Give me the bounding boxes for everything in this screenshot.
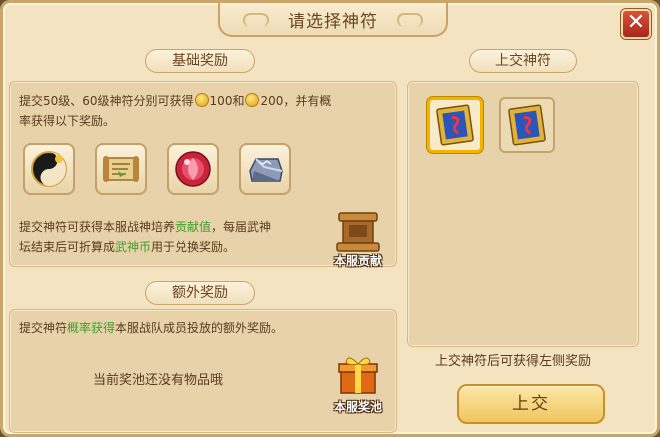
close-button[interactable]: ✕	[621, 9, 651, 39]
rune-slot-1[interactable]	[427, 97, 483, 153]
gift-box-icon	[338, 357, 378, 394]
red-orb-icon[interactable]	[167, 143, 219, 195]
title-ornament-right	[397, 13, 423, 27]
extra-text-tail: 本服战队成员投放的额外奖励。	[115, 321, 284, 335]
silver-ingot-icon[interactable]	[239, 143, 291, 195]
basic-reward-description: 提交50级、60级神符分别可获得 100和 200，并有概 率获得以下奖励。	[19, 91, 391, 131]
submit-rune-tab: 上交神符	[469, 49, 577, 73]
coin-amount-50: 200，并有概	[260, 94, 332, 108]
rune-slot-2[interactable]	[499, 97, 555, 153]
yin-yang-orb-icon[interactable]	[23, 143, 75, 195]
empty-pool-text: 当前奖池还没有物品哦	[93, 373, 224, 388]
contrib-text: 提交神符可获得本服战神培养	[19, 220, 176, 234]
title-ornament-left	[243, 13, 269, 27]
server-contribution-badge[interactable]: 本服贡献	[327, 207, 389, 269]
extra-text: 提交神符	[19, 321, 68, 335]
contribution-value-highlight: 贡献值	[175, 220, 212, 234]
war-god-coin-highlight: 武神币	[115, 240, 152, 254]
rune-card-icon	[508, 104, 546, 146]
contrib-text-tail: ，每届武神	[211, 220, 272, 234]
close-icon: ✕	[626, 10, 646, 35]
coin-amount-60: 100和	[209, 94, 245, 108]
extra-reward-description: 提交神符概率获得本服战队成员投放的额外奖励。	[19, 318, 389, 338]
gold-coin-icon	[245, 93, 260, 107]
contribution-description: 提交神符可获得本服战神培养贡献值，每届武神 坛结束后可折算成武神币用于兑换奖励。	[19, 217, 339, 257]
desc-text-2: 率获得以下奖励。	[19, 114, 116, 128]
extra-reward-tab: 额外奖励	[145, 281, 255, 305]
gold-coin-icon	[194, 93, 209, 107]
window-title: 请选择神符	[288, 11, 378, 32]
server-contribution-label: 本服贡献	[333, 254, 382, 268]
contrib-text-2: 坛结束后可折算成	[19, 240, 116, 254]
submit-button[interactable]: 上交	[457, 384, 605, 424]
submit-hint: 上交神符后可获得左侧奖励	[435, 354, 592, 369]
rune-card-icon	[436, 104, 474, 146]
probability-highlight: 概率获得	[67, 321, 116, 335]
server-prize-pool-badge[interactable]: 本服奖池	[327, 353, 389, 415]
desc-text: 提交50级、60级神符分别可获得	[19, 94, 194, 108]
basic-reward-tab: 基础奖励	[145, 49, 255, 73]
contrib-text-2-tail: 用于兑换奖励。	[151, 240, 236, 254]
server-prize-pool-label: 本服奖池	[333, 400, 382, 414]
scroll-icon[interactable]	[95, 143, 147, 195]
rune-select-window: 请选择神符 ✕ 基础奖励 提交50级、60级神符分别可获得 100和 200，并有概…	[0, 0, 660, 437]
pedestal-icon	[336, 212, 380, 252]
